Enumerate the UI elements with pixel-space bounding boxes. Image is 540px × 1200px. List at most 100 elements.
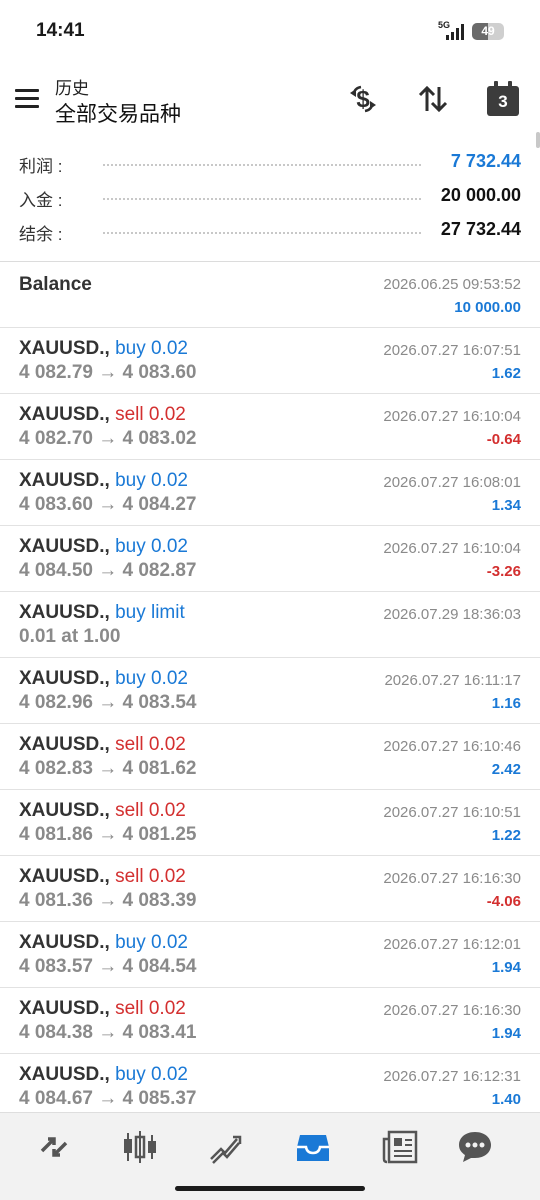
nav-chart[interactable] [120, 1127, 160, 1167]
deal-time: 2026.07.27 16:07:51 [383, 342, 521, 359]
nav-quotes[interactable] [34, 1127, 74, 1167]
deal-profit: 1.94 [491, 1025, 521, 1042]
deal-symbol: XAUUSD., [19, 734, 110, 755]
calendar-day: 3 [498, 92, 508, 111]
deal-symbol: XAUUSD., [19, 1064, 110, 1085]
battery-level: 49 [481, 24, 495, 38]
deal-prices: 4 081.36 → 4 083.39 [19, 890, 197, 911]
deal-symbol: XAUUSD., [19, 536, 110, 557]
deal-time: 2026.07.27 16:10:04 [383, 540, 521, 557]
deal-time: 2026.07.27 16:11:17 [384, 672, 521, 689]
deal-row[interactable]: XAUUSD., buy 0.02 4 082.79 → 4 083.60 2026… [0, 328, 540, 394]
deal-time: 2026.07.29 18:36:03 [383, 606, 521, 623]
deal-row[interactable]: XAUUSD., buy 0.02 4 084.50 → 4 082.87 2026… [0, 526, 540, 592]
deal-symbol: XAUUSD., [19, 998, 110, 1019]
deal-type: buy 0.02 [109, 1064, 188, 1085]
app-header: 历史 全部交易品种 $ 3 [0, 62, 540, 134]
deal-symbol: XAUUSD., [19, 932, 110, 953]
sort-icon [418, 85, 448, 113]
deal-prices: 4 083.60 → 4 084.27 [19, 494, 197, 515]
deal-type: sell 0.02 [109, 998, 186, 1019]
deal-profit: 2.42 [491, 761, 521, 778]
deal-type: buy limit [109, 602, 185, 623]
deal-row[interactable]: XAUUSD., sell 0.02 4 081.86 → 4 081.25 202… [0, 790, 540, 856]
sort-button[interactable] [414, 80, 452, 118]
nav-messages[interactable] [455, 1127, 495, 1167]
deal-type: buy 0.02 [109, 470, 188, 491]
signal-icon [446, 24, 464, 40]
deal-prices: 4 082.70 → 4 083.02 [19, 428, 197, 449]
calendar-icon: 3 [487, 81, 519, 116]
deal-prices: 4 084.38 → 4 083.41 [19, 1022, 197, 1043]
deal-time: 2026.07.27 16:12:01 [383, 936, 521, 953]
deal-symbol: XAUUSD., [19, 668, 110, 689]
deposit-row: 入金 : 20 000.00 [19, 182, 521, 216]
deal-profit: 1.34 [491, 497, 521, 514]
deal-prices: 4 084.67 → 4 085.37 [19, 1088, 197, 1109]
balance-entry-amount: 10 000.00 [454, 299, 521, 316]
deal-row[interactable]: XAUUSD., buy 0.02 4 082.96 → 4 083.54 2026… [0, 658, 540, 724]
deal-row[interactable]: XAUUSD., buy 0.02 4 083.60 → 4 084.27 2026… [0, 460, 540, 526]
deal-type: buy 0.02 [109, 338, 188, 359]
deal-symbol: XAUUSD., [19, 602, 110, 623]
profit-row: 利润 : 7 732.44 [19, 148, 521, 182]
deal-time: 2026.07.27 16:10:51 [383, 804, 521, 821]
deal-title: XAUUSD., sell 0.02 [19, 800, 186, 822]
deal-symbol: XAUUSD., [19, 800, 110, 821]
deal-symbol: XAUUSD., [19, 866, 110, 887]
balance-entry-time: 2026.06.25 09:53:52 [383, 276, 521, 293]
deal-title: XAUUSD., sell 0.02 [19, 866, 186, 888]
deal-profit: 1.40 [491, 1091, 521, 1108]
deal-profit: 1.94 [491, 959, 521, 976]
deal-title: XAUUSD., buy 0.02 [19, 338, 188, 360]
deal-row[interactable]: XAUUSD., sell 0.02 4 082.83 → 4 081.62 202… [0, 724, 540, 790]
deal-time: 2026.07.27 16:10:04 [383, 408, 521, 425]
balance-entry[interactable]: Balance 2026.06.25 09:53:52 10 000.00 [0, 262, 540, 328]
calendar-button[interactable]: 3 [484, 80, 522, 118]
deal-title: XAUUSD., buy 0.02 [19, 470, 188, 492]
deal-time: 2026.07.27 16:10:46 [383, 738, 521, 755]
profit-value: 7 732.44 [444, 151, 521, 172]
deal-title: XAUUSD., buy 0.02 [19, 668, 188, 690]
deal-title: XAUUSD., buy 0.02 [19, 536, 188, 558]
chart-icon [124, 1131, 156, 1163]
nav-history[interactable] [293, 1127, 333, 1167]
deal-type: buy 0.02 [109, 668, 188, 689]
symbol-filter[interactable]: 全部交易品种 [55, 98, 181, 128]
deal-row[interactable]: XAUUSD., buy 0.02 4 084.67 → 4 085.37 2026… [0, 1054, 540, 1120]
home-indicator[interactable] [175, 1186, 365, 1191]
dotted-leader [103, 232, 421, 234]
deal-prices: 4 083.57 → 4 084.54 [19, 956, 197, 977]
balance-row: 结余 : 27 732.44 [19, 216, 521, 250]
deal-row[interactable]: XAUUSD., sell 0.02 4 084.38 → 4 083.41 202… [0, 988, 540, 1054]
dollar-exchange-button[interactable]: $ [344, 80, 382, 118]
menu-icon[interactable] [15, 89, 39, 108]
nav-trade[interactable] [206, 1127, 246, 1167]
deal-row[interactable]: XAUUSD., buy 0.02 4 083.57 → 4 084.54 2026… [0, 922, 540, 988]
deal-prices: 4 081.86 → 4 081.25 [19, 824, 197, 845]
deal-prices: 4 082.83 → 4 081.62 [19, 758, 197, 779]
history-icon [297, 1135, 329, 1161]
deal-type: sell 0.02 [109, 734, 186, 755]
nav-news[interactable] [380, 1127, 420, 1167]
deal-row[interactable]: XAUUSD., buy limit 0.01 at 1.00 2026.07.29… [0, 592, 540, 658]
page-title: 历史 [55, 79, 89, 98]
deal-prices: 0.01 at 1.00 [19, 626, 121, 647]
profit-label: 利润 : [19, 157, 63, 176]
deal-row[interactable]: XAUUSD., sell 0.02 4 081.36 → 4 083.39 202… [0, 856, 540, 922]
deal-profit: 1.16 [491, 695, 521, 712]
deal-type: buy 0.02 [109, 536, 188, 557]
dollar-exchange-icon: $ [350, 85, 376, 113]
deal-type: sell 0.02 [109, 800, 186, 821]
deal-symbol: XAUUSD., [19, 470, 110, 491]
deal-title: XAUUSD., sell 0.02 [19, 734, 186, 756]
news-icon [382, 1130, 418, 1164]
balance-value: 27 732.44 [434, 219, 521, 240]
deposit-label: 入金 : [19, 191, 63, 210]
deal-title: XAUUSD., buy 0.02 [19, 1064, 188, 1086]
deal-time: 2026.07.27 16:16:30 [383, 1002, 521, 1019]
deal-title: XAUUSD., sell 0.02 [19, 998, 186, 1020]
deal-symbol: XAUUSD., [19, 338, 110, 359]
deal-row[interactable]: XAUUSD., sell 0.02 4 082.70 → 4 083.02 202… [0, 394, 540, 460]
deal-title: XAUUSD., buy limit [19, 602, 185, 624]
